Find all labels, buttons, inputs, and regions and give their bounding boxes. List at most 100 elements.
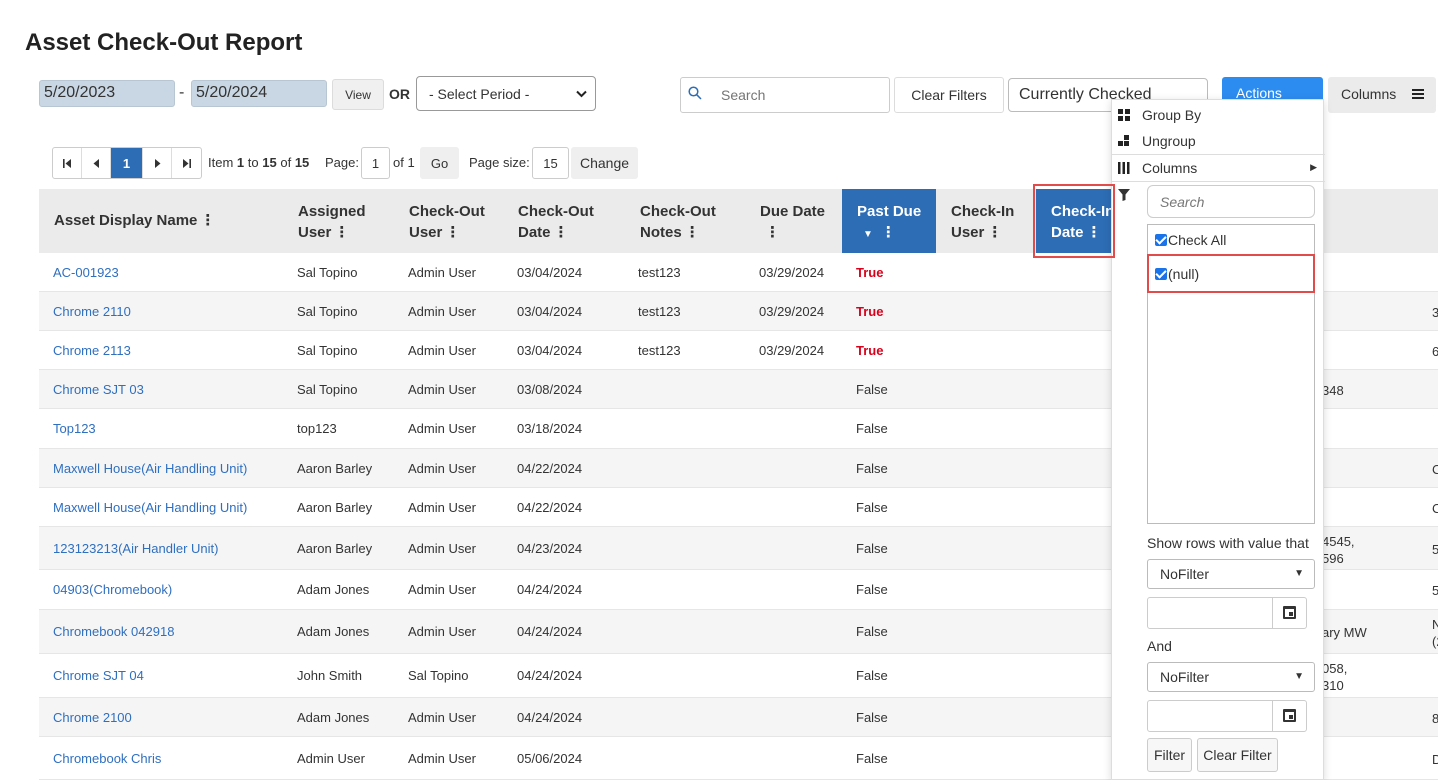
clear-filters-button[interactable]: Clear Filters — [894, 77, 1004, 113]
column-menu-icon[interactable]: ⋮ — [554, 222, 569, 243]
assigned-user-cell: Sal Topino — [297, 264, 358, 280]
item-to-word: to — [247, 155, 259, 170]
change-button[interactable]: Change — [571, 147, 638, 179]
col-header-checkin-user[interactable]: Check-In User ⋮ — [951, 189, 1014, 253]
checkout-user-cell: Admin User — [408, 264, 476, 280]
col-header-asset[interactable]: Asset Display Name ⋮ — [54, 189, 215, 253]
asset-link[interactable]: 04903(Chromebook) — [53, 582, 172, 597]
due-date-cell: 03/29/2024 — [759, 303, 825, 319]
asset-link[interactable]: Chromebook 042918 — [53, 624, 174, 639]
col-header-checkout-user[interactable]: Check-Out User ⋮ — [409, 189, 485, 253]
asset-link[interactable]: AC-001923 — [53, 265, 119, 280]
checkout-user-cell: Sal Topino — [408, 668, 469, 683]
column-menu-icon[interactable]: ⋮ — [881, 222, 896, 243]
sort-desc-icon[interactable]: ▼ — [863, 229, 873, 240]
columns-button[interactable]: Columns — [1328, 77, 1436, 113]
due-date-cell: 03/29/2024 — [759, 342, 825, 358]
checkout-user-cell: Admin User — [408, 421, 476, 436]
asset-link[interactable]: Chrome SJT 03 — [53, 382, 144, 397]
checkout-user-cell: Admin User — [408, 499, 476, 515]
column-menu-icon[interactable]: ⋮ — [200, 210, 215, 231]
column-menu-icon[interactable]: ⋮ — [765, 222, 780, 243]
clipped-cell-line1: 4545, — [1322, 533, 1355, 549]
past-due-cell: True — [856, 303, 884, 319]
asset-link[interactable]: 123123213(Air Handler Unit) — [53, 541, 218, 556]
column-menu-icon[interactable]: ⋮ — [445, 222, 460, 243]
column-menu-icon[interactable]: ⋮ — [334, 222, 349, 243]
check-all-checkbox[interactable]: Check All — [1155, 232, 1226, 248]
menu-group-by[interactable]: Group By — [1112, 102, 1325, 128]
column-menu-icon[interactable]: ⋮ — [685, 222, 700, 243]
assigned-user-cell: Aaron Barley — [297, 499, 373, 515]
filter-search-input[interactable]: Search — [1147, 185, 1315, 218]
past-due-cell: False — [856, 582, 888, 597]
clipped-cell-line1: 3 — [1432, 304, 1438, 320]
asset-link[interactable]: Maxwell House(Air Handling Unit) — [53, 500, 247, 515]
filter-value-1-input[interactable] — [1147, 597, 1307, 629]
clipped-cell: 058, 310 — [1322, 660, 1347, 694]
checkout-date-cell: 04/24/2024 — [517, 668, 583, 683]
menu-columns[interactable]: Columns ▶ — [1112, 155, 1325, 181]
search-input[interactable] — [719, 86, 879, 104]
current-page-button[interactable]: 1 — [111, 148, 143, 178]
col-header-line2: User — [951, 224, 985, 241]
clear-filter-button[interactable]: Clear Filter — [1197, 738, 1278, 772]
past-due-cell: False — [856, 381, 888, 397]
assigned-user-cell: John Smith — [297, 668, 363, 683]
menu-ungroup-label: Ungroup — [1142, 133, 1196, 149]
col-header-due-date[interactable]: Due Date ⋮ — [760, 189, 825, 253]
view-button[interactable]: View — [332, 79, 384, 110]
page-size-input[interactable]: 15 — [532, 147, 569, 179]
first-page-button[interactable] — [53, 148, 82, 178]
last-page-button[interactable] — [172, 148, 201, 178]
checkout-user-cell: Admin User — [408, 709, 476, 725]
next-page-button[interactable] — [143, 148, 172, 178]
submenu-arrow-icon: ▶ — [1310, 162, 1317, 172]
calendar-button[interactable] — [1272, 701, 1306, 731]
asset-link[interactable]: Chrome 2100 — [53, 710, 132, 725]
clipped-cell-line1: C — [1432, 461, 1438, 477]
asset-link[interactable]: Chrome SJT 04 — [53, 668, 144, 683]
filter-operator-1-value: NoFilter — [1160, 566, 1210, 582]
col-header-line1: Assigned — [298, 203, 366, 220]
asset-link[interactable]: Chrome 2113 — [53, 343, 131, 358]
col-header-checkout-date[interactable]: Check-Out Date ⋮ — [518, 189, 594, 253]
past-due-cell: True — [856, 264, 884, 280]
checkout-user-cell: Admin User — [408, 540, 476, 556]
asset-link[interactable]: Maxwell House(Air Handling Unit) — [53, 461, 247, 476]
period-select[interactable]: - Select Period - — [416, 76, 596, 111]
checkout-date-cell: 04/24/2024 — [517, 709, 583, 725]
date-to-input[interactable]: 5/20/2024 — [191, 80, 327, 107]
clipped-cell-line1: N — [1432, 617, 1438, 632]
col-header-line1: Check-Out — [640, 203, 716, 220]
checkout-date-cell: 05/06/2024 — [517, 750, 583, 766]
due-date-cell: 03/29/2024 — [759, 264, 825, 280]
asset-link[interactable]: Chromebook Chris — [53, 751, 161, 766]
page-title: Asset Check-Out Report — [25, 29, 303, 56]
prev-page-button[interactable] — [82, 148, 111, 178]
column-menu-icon[interactable]: ⋮ — [987, 222, 1002, 243]
date-from-input[interactable]: 5/20/2023 — [39, 80, 175, 107]
filter-operator-1-select[interactable]: NoFilter ▼ — [1147, 559, 1315, 589]
asset-link[interactable]: Chrome 2110 — [53, 304, 131, 319]
col-header-assigned-user[interactable]: Assigned User ⋮ — [298, 189, 366, 253]
menu-ungroup[interactable]: Ungroup — [1112, 128, 1325, 154]
calendar-button[interactable] — [1272, 598, 1306, 628]
asset-link[interactable]: Top123 — [53, 421, 96, 436]
go-button[interactable]: Go — [420, 147, 459, 179]
and-label: And — [1147, 638, 1172, 654]
date-separator: - — [179, 84, 185, 101]
dropdown-arrow-icon: ▼ — [1294, 568, 1304, 579]
filter-operator-2-select[interactable]: NoFilter ▼ — [1147, 662, 1315, 692]
page-number-input[interactable]: 1 — [361, 147, 390, 179]
filter-button[interactable]: Filter — [1147, 738, 1192, 772]
col-header-line2: Date — [518, 224, 551, 241]
checkout-user-cell: Admin User — [408, 460, 476, 476]
clipped-cell: 348 — [1322, 382, 1344, 399]
col-header-checkout-notes[interactable]: Check-Out Notes ⋮ — [640, 189, 716, 253]
col-header-past-due[interactable]: Past Due ▼ ⋮ — [842, 189, 936, 253]
check-all-label: Check All — [1168, 232, 1227, 248]
last-page-icon — [183, 158, 191, 168]
filter-value-2-input[interactable] — [1147, 700, 1307, 732]
search-field[interactable] — [680, 77, 890, 113]
